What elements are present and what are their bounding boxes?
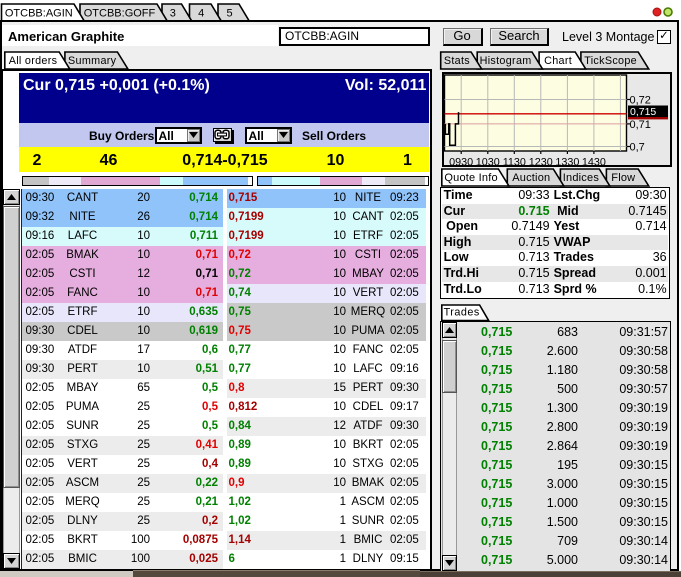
svg-text:1330: 1330 (555, 156, 579, 167)
svg-text:0,715: 0,715 (630, 106, 656, 118)
svg-text:4: 4 (198, 8, 204, 20)
svg-text:1430: 1430 (582, 156, 606, 167)
svg-text:5: 5 (226, 8, 232, 20)
svg-text:1230: 1230 (529, 156, 553, 167)
svg-text:Stats: Stats (444, 55, 470, 67)
svg-text:Chart: Chart (544, 55, 572, 67)
svg-text:Flow: Flow (611, 172, 635, 184)
svg-text:Summary: Summary (68, 55, 117, 67)
svg-text:0,72: 0,72 (630, 94, 651, 106)
svg-text:0930: 0930 (449, 156, 473, 167)
svg-text:TickScope: TickScope (584, 55, 637, 67)
svg-text:Histogram: Histogram (480, 55, 532, 67)
svg-text:0,7: 0,7 (630, 141, 645, 153)
svg-text:Quote Info: Quote Info (444, 172, 497, 184)
svg-text:All orders: All orders (9, 55, 58, 67)
svg-text:3: 3 (170, 8, 176, 20)
svg-text:1030: 1030 (476, 156, 500, 167)
svg-text:Trades: Trades (444, 307, 480, 319)
svg-text:1130: 1130 (503, 156, 526, 167)
svg-text:OTCBB:AGIN: OTCBB:AGIN (5, 8, 73, 20)
svg-text:OTCBB:GOFF: OTCBB:GOFF (84, 8, 156, 20)
svg-text:0,71: 0,71 (630, 118, 651, 130)
svg-text:Auction: Auction (512, 172, 550, 184)
svg-text:Indices: Indices (563, 172, 600, 184)
